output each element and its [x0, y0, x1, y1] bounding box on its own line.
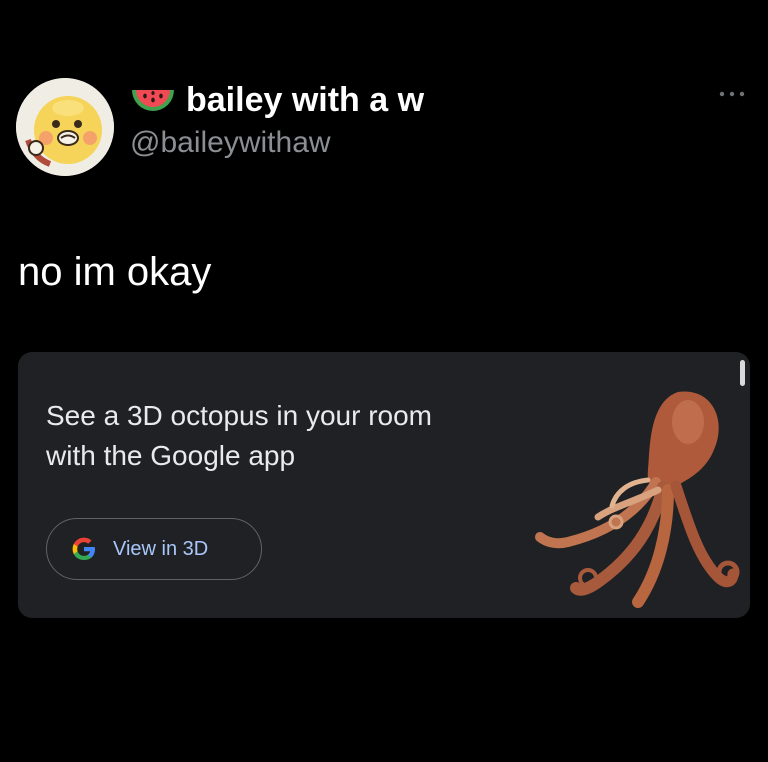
watermelon-icon: [132, 90, 174, 111]
avatar[interactable]: [16, 78, 114, 176]
cartoon-duck-avatar-icon: [16, 78, 114, 176]
promo-headline: See a 3D octopus in your room with the G…: [46, 400, 432, 471]
octopus-3d-icon: [535, 391, 740, 608]
tweet-text: no im okay: [18, 250, 212, 294]
scrollbar[interactable]: [740, 360, 745, 386]
user-block: bailey with a w @baileywithaw: [130, 80, 424, 160]
google-g-icon: [72, 537, 95, 560]
view-in-3d-button[interactable]: View in 3D: [46, 518, 262, 580]
more-options-icon[interactable]: [718, 90, 746, 98]
display-name-row[interactable]: bailey with a w: [130, 80, 424, 120]
display-name: bailey with a w: [186, 80, 425, 119]
user-handle[interactable]: @baileywithaw: [130, 126, 424, 160]
promo-card[interactable]: See a 3D octopus in your room with the G…: [18, 352, 750, 618]
view-in-3d-label: View in 3D: [113, 537, 209, 560]
tweet-header: bailey with a w @baileywithaw: [16, 74, 756, 176]
